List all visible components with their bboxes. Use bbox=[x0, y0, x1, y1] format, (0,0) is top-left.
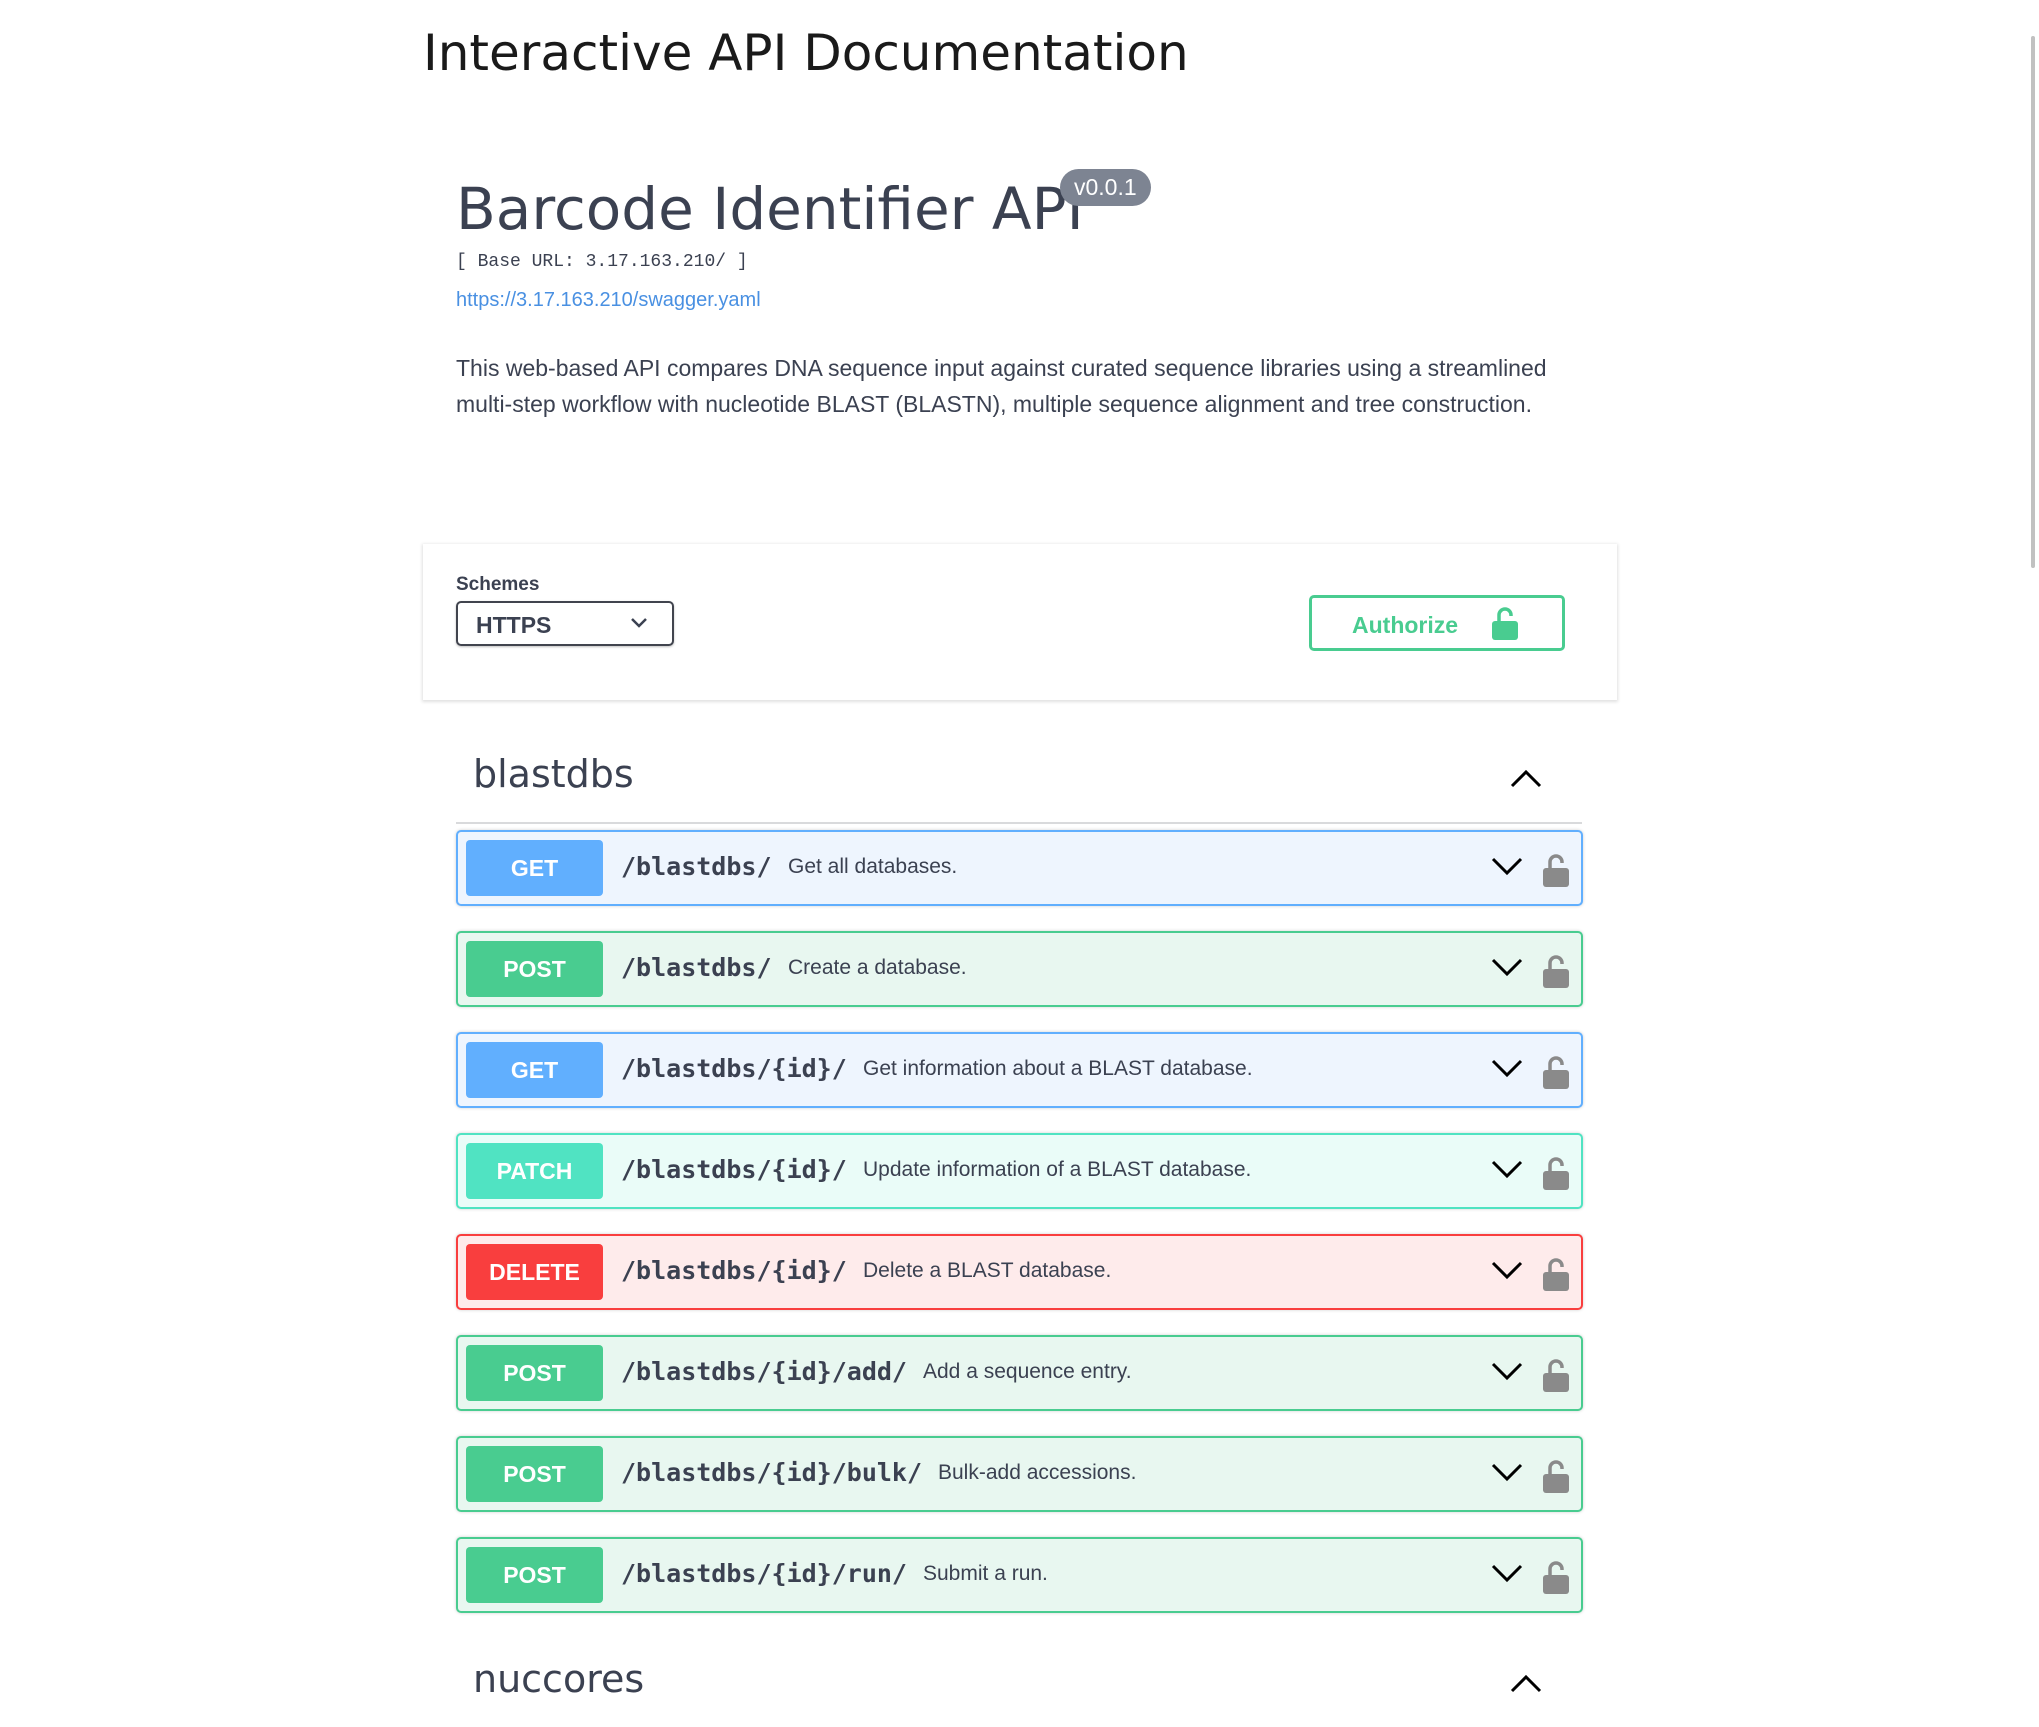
chevron-down-icon[interactable] bbox=[1491, 1260, 1523, 1285]
operation-summary: Delete a BLAST database. bbox=[863, 1259, 1112, 1282]
schemes-label: Schemes bbox=[456, 574, 540, 595]
operation-summary: Create a database. bbox=[788, 956, 967, 979]
schemes-selected-value: HTTPS bbox=[476, 612, 552, 638]
chevron-down-icon bbox=[630, 616, 648, 634]
version-badge: v0.0.1 bbox=[1060, 169, 1151, 206]
chevron-down-icon[interactable] bbox=[1491, 1159, 1523, 1184]
operation-row[interactable]: GET/blastdbs/Get all databases. bbox=[456, 830, 1583, 906]
method-badge: POST bbox=[466, 1345, 603, 1401]
operation-summary: Add a sequence entry. bbox=[923, 1360, 1132, 1383]
method-badge: DELETE bbox=[466, 1244, 603, 1300]
spec-link[interactable]: https://3.17.163.210/swagger.yaml bbox=[456, 289, 1586, 312]
chevron-down-icon[interactable] bbox=[1491, 1563, 1523, 1588]
method-badge: POST bbox=[466, 941, 603, 997]
chevron-down-icon[interactable] bbox=[1491, 856, 1523, 881]
operation-row[interactable]: POST/blastdbs/{id}/bulk/Bulk-add accessi… bbox=[456, 1436, 1583, 1512]
operation-path: /blastdbs/{id}/run/ bbox=[621, 1559, 907, 1588]
schemes-select[interactable]: HTTPS bbox=[456, 601, 674, 646]
tag-section-nuccores[interactable]: nuccores bbox=[456, 1645, 1582, 1727]
operation-summary: Get information about a BLAST database. bbox=[863, 1057, 1253, 1080]
api-description: This web-based API compares DNA sequence… bbox=[456, 355, 1547, 417]
operation-summary: Update information of a BLAST database. bbox=[863, 1158, 1252, 1181]
operation-summary: Submit a run. bbox=[923, 1562, 1048, 1585]
api-title: Barcode Identifier API bbox=[456, 175, 1084, 243]
authorize-button[interactable]: Authorize bbox=[1309, 595, 1565, 651]
method-badge: PATCH bbox=[466, 1143, 603, 1199]
page-heading: Interactive API Documentation bbox=[423, 24, 1189, 82]
tag-name: blastdbs bbox=[473, 752, 634, 796]
method-badge: GET bbox=[466, 840, 603, 896]
operation-summary: Bulk-add accessions. bbox=[938, 1461, 1137, 1484]
operation-row[interactable]: DELETE/blastdbs/{id}/ Delete a BLAST data… bbox=[456, 1234, 1583, 1310]
unlocked-icon[interactable] bbox=[1543, 1156, 1569, 1195]
api-info: Barcode Identifier API v0.0.1 [ Base URL… bbox=[456, 165, 1586, 422]
chevron-up-icon bbox=[1510, 768, 1542, 793]
base-url: [ Base URL: 3.17.163.210/ ] bbox=[456, 252, 748, 272]
chevron-down-icon[interactable] bbox=[1491, 957, 1523, 982]
operation-row[interactable]: PATCH/blastdbs/{id}/ Update information o… bbox=[456, 1133, 1583, 1209]
chevron-down-icon[interactable] bbox=[1491, 1058, 1523, 1083]
operation-row[interactable]: GET/blastdbs/{id}/ Get information about … bbox=[456, 1032, 1583, 1108]
operation-path: /blastdbs/{id}/add/ bbox=[621, 1357, 907, 1386]
operation-path: /blastdbs/{id}/ bbox=[621, 1054, 847, 1083]
unlocked-icon bbox=[1492, 606, 1518, 645]
unlocked-icon[interactable] bbox=[1543, 1358, 1569, 1397]
method-badge: GET bbox=[466, 1042, 603, 1098]
scheme-container: Schemes HTTPS Authorize bbox=[423, 544, 1617, 700]
operation-path: /blastdbs/{id}/ bbox=[621, 1256, 847, 1285]
method-badge: POST bbox=[466, 1446, 603, 1502]
tag-name: nuccores bbox=[473, 1657, 645, 1701]
tag-section-blastdbs[interactable]: blastdbs bbox=[456, 740, 1582, 824]
operation-path: /blastdbs/{id}/ bbox=[621, 1155, 847, 1184]
chevron-up-icon bbox=[1510, 1673, 1542, 1698]
scrollbar-thumb[interactable] bbox=[2031, 36, 2035, 568]
chevron-down-icon[interactable] bbox=[1491, 1462, 1523, 1487]
unlocked-icon[interactable] bbox=[1543, 954, 1569, 993]
unlocked-icon[interactable] bbox=[1543, 1560, 1569, 1599]
unlocked-icon[interactable] bbox=[1543, 853, 1569, 892]
unlocked-icon[interactable] bbox=[1543, 1257, 1569, 1296]
operation-summary: Get all databases. bbox=[788, 855, 958, 878]
operation-row[interactable]: POST/blastdbs/{id}/run/Submit a run. bbox=[456, 1537, 1583, 1613]
authorize-label: Authorize bbox=[1352, 612, 1459, 638]
unlocked-icon[interactable] bbox=[1543, 1459, 1569, 1498]
operation-path: /blastdbs/{id}/bulk/ bbox=[621, 1458, 923, 1487]
operation-row[interactable]: POST/blastdbs/{id}/add/Add a sequence en… bbox=[456, 1335, 1583, 1411]
operation-path: /blastdbs/ bbox=[621, 953, 772, 982]
chevron-down-icon[interactable] bbox=[1491, 1361, 1523, 1386]
method-badge: POST bbox=[466, 1547, 603, 1603]
operation-path: /blastdbs/ bbox=[621, 852, 772, 881]
operation-row[interactable]: POST/blastdbs/Create a database. bbox=[456, 931, 1583, 1007]
unlocked-icon[interactable] bbox=[1543, 1055, 1569, 1094]
